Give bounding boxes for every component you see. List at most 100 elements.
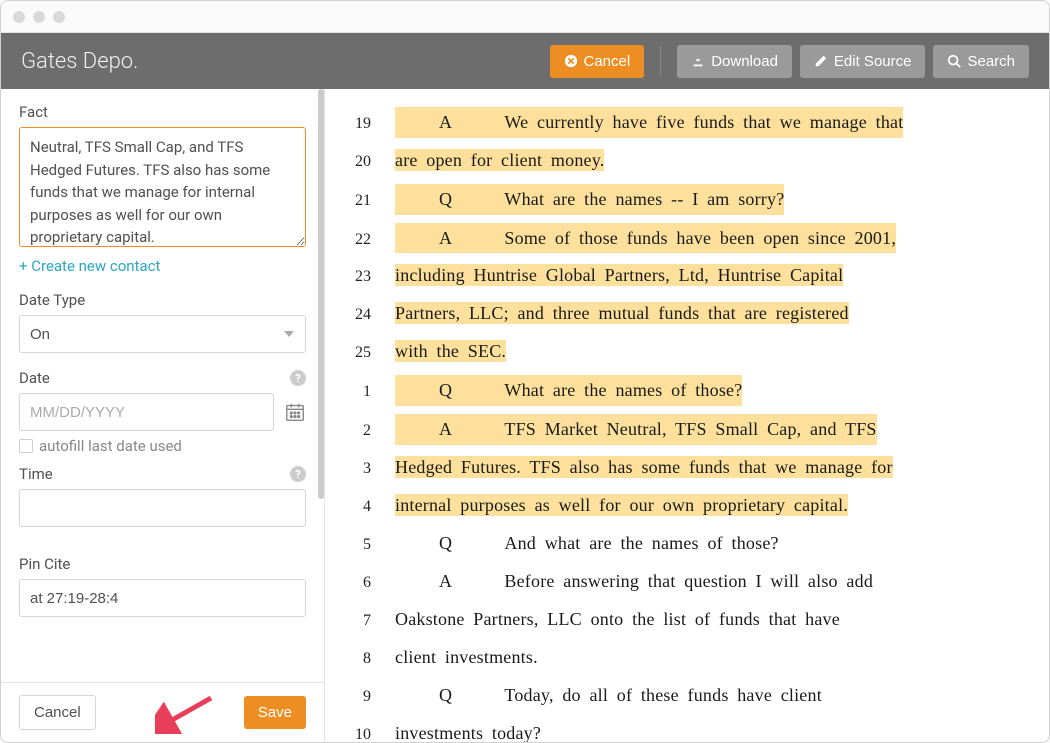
line-text: investments today? xyxy=(395,719,541,742)
create-contact-link[interactable]: + Create new contact xyxy=(19,257,160,275)
line-number: 10 xyxy=(345,726,395,742)
fact-panel-footer: Cancel Save xyxy=(1,682,324,742)
line-text: Hedged Futures. TFS also has some funds … xyxy=(395,453,893,482)
date-label: Date ? xyxy=(19,369,306,387)
transcript-line[interactable]: 21Q What are the names -- I am sorry? xyxy=(345,184,999,215)
transcript-line[interactable]: 5Q And what are the names of those? xyxy=(345,529,999,559)
date-row xyxy=(19,393,306,431)
line-number: 9 xyxy=(345,688,395,706)
autofill-row[interactable]: autofill last date used xyxy=(19,437,306,455)
transcript-line[interactable]: 24Partners, LLC; and three mutual funds … xyxy=(345,299,999,329)
app-window: Gates Depo. Cancel Download Edit Source … xyxy=(0,0,1050,743)
line-number: 1 xyxy=(345,383,395,401)
traffic-close-icon[interactable] xyxy=(13,11,25,23)
download-button-label: Download xyxy=(711,53,778,70)
traffic-max-icon[interactable] xyxy=(53,11,65,23)
line-text: Q Today, do all of these funds have clie… xyxy=(395,681,822,710)
search-button-label: Search xyxy=(967,53,1015,70)
transcript-line[interactable]: 1Q What are the names of those? xyxy=(345,375,999,406)
date-type-select[interactable]: On xyxy=(19,315,306,353)
transcript-line[interactable]: 19A We currently have five funds that we… xyxy=(345,107,999,138)
page-title: Gates Depo. xyxy=(21,49,542,74)
transcript-line[interactable]: 23including Huntrise Global Partners, Lt… xyxy=(345,261,999,291)
date-label-text: Date xyxy=(19,369,50,387)
fact-textarea[interactable]: Neutral, TFS Small Cap, and TFS Hedged F… xyxy=(19,127,306,247)
line-text: A We currently have five funds that we m… xyxy=(395,107,903,138)
autofill-checkbox[interactable] xyxy=(19,439,33,453)
window-titlebar xyxy=(1,1,1049,33)
transcript-line[interactable]: 22A Some of those funds have been open s… xyxy=(345,223,999,254)
fact-label: Fact xyxy=(19,103,306,121)
transcript-line[interactable]: 4internal purposes as well for our own p… xyxy=(345,491,999,521)
download-button[interactable]: Download xyxy=(677,45,792,78)
sidebar-scrollbar[interactable] xyxy=(318,89,324,499)
close-circle-icon xyxy=(564,54,578,68)
autofill-label: autofill last date used xyxy=(39,437,182,455)
line-text: client investments. xyxy=(395,643,538,672)
search-icon xyxy=(947,54,961,68)
transcript-line[interactable]: 2A TFS Market Neutral, TFS Small Cap, an… xyxy=(345,414,999,445)
transcript-line[interactable]: 3Hedged Futures. TFS also has some funds… xyxy=(345,453,999,483)
transcript-line[interactable]: 25with the SEC. xyxy=(345,337,999,367)
download-icon xyxy=(691,54,705,68)
cancel-button-label: Cancel xyxy=(584,53,631,70)
pin-cite-label: Pin Cite xyxy=(19,555,306,573)
line-text: including Huntrise Global Partners, Ltd,… xyxy=(395,261,843,290)
line-number: 3 xyxy=(345,460,395,478)
edit-source-button[interactable]: Edit Source xyxy=(800,45,926,78)
line-number: 5 xyxy=(345,536,395,554)
line-text: A Some of those funds have been open sin… xyxy=(395,223,896,254)
transcript-line[interactable]: 10investments today? xyxy=(345,719,999,742)
edit-source-button-label: Edit Source xyxy=(834,53,912,70)
line-text: internal purposes as well for our own pr… xyxy=(395,491,848,520)
header-divider xyxy=(660,46,661,76)
panel-cancel-button[interactable]: Cancel xyxy=(19,695,96,730)
line-number: 6 xyxy=(345,574,395,592)
transcript-line[interactable]: 8client investments. xyxy=(345,643,999,673)
line-number: 22 xyxy=(345,231,395,249)
transcript-line[interactable]: 9Q Today, do all of these funds have cli… xyxy=(345,681,999,711)
save-button[interactable]: Save xyxy=(244,696,306,729)
line-text: are open for client money. xyxy=(395,146,604,175)
calendar-icon[interactable] xyxy=(284,401,306,423)
line-number: 23 xyxy=(345,268,395,286)
line-text: A TFS Market Neutral, TFS Small Cap, and… xyxy=(395,414,877,445)
line-text: Q And what are the names of those? xyxy=(395,529,779,558)
cancel-button[interactable]: Cancel xyxy=(550,45,645,78)
line-number: 8 xyxy=(345,650,395,668)
date-help-icon[interactable]: ? xyxy=(290,370,306,386)
line-number: 25 xyxy=(345,344,395,362)
time-help-icon[interactable]: ? xyxy=(290,466,306,482)
pencil-icon xyxy=(814,54,828,68)
pin-cite-input[interactable] xyxy=(19,579,306,617)
line-number: 4 xyxy=(345,498,395,516)
date-input[interactable] xyxy=(19,393,274,431)
main-content: Fact Neutral, TFS Small Cap, and TFS Hed… xyxy=(1,89,1049,742)
line-number: 20 xyxy=(345,153,395,171)
line-number: 7 xyxy=(345,612,395,630)
line-number: 19 xyxy=(345,115,395,133)
line-number: 2 xyxy=(345,422,395,440)
fact-panel: Fact Neutral, TFS Small Cap, and TFS Hed… xyxy=(1,89,325,742)
date-type-select-wrap: On xyxy=(19,315,306,353)
line-text: Q What are the names -- I am sorry? xyxy=(395,184,784,215)
line-text: Oakstone Partners, LLC onto the list of … xyxy=(395,605,840,634)
transcript-line[interactable]: 6A Before answering that question I will… xyxy=(345,567,999,597)
transcript-view[interactable]: 19A We currently have five funds that we… xyxy=(325,89,1049,742)
search-button[interactable]: Search xyxy=(933,45,1029,78)
traffic-min-icon[interactable] xyxy=(33,11,45,23)
time-input[interactable] xyxy=(19,489,306,527)
line-text: Q What are the names of those? xyxy=(395,375,742,406)
transcript-line[interactable]: 20are open for client money. xyxy=(345,146,999,176)
fact-panel-scroll[interactable]: Fact Neutral, TFS Small Cap, and TFS Hed… xyxy=(1,89,324,682)
transcript-line[interactable]: 7Oakstone Partners, LLC onto the list of… xyxy=(345,605,999,635)
line-text: with the SEC. xyxy=(395,337,506,366)
line-number: 21 xyxy=(345,192,395,210)
line-text: A Before answering that question I will … xyxy=(395,567,873,596)
line-number: 24 xyxy=(345,306,395,324)
line-text: Partners, LLC; and three mutual funds th… xyxy=(395,299,849,328)
page-header: Gates Depo. Cancel Download Edit Source … xyxy=(1,33,1049,89)
time-label-text: Time xyxy=(19,465,53,483)
time-label: Time ? xyxy=(19,465,306,483)
date-type-label: Date Type xyxy=(19,291,306,309)
